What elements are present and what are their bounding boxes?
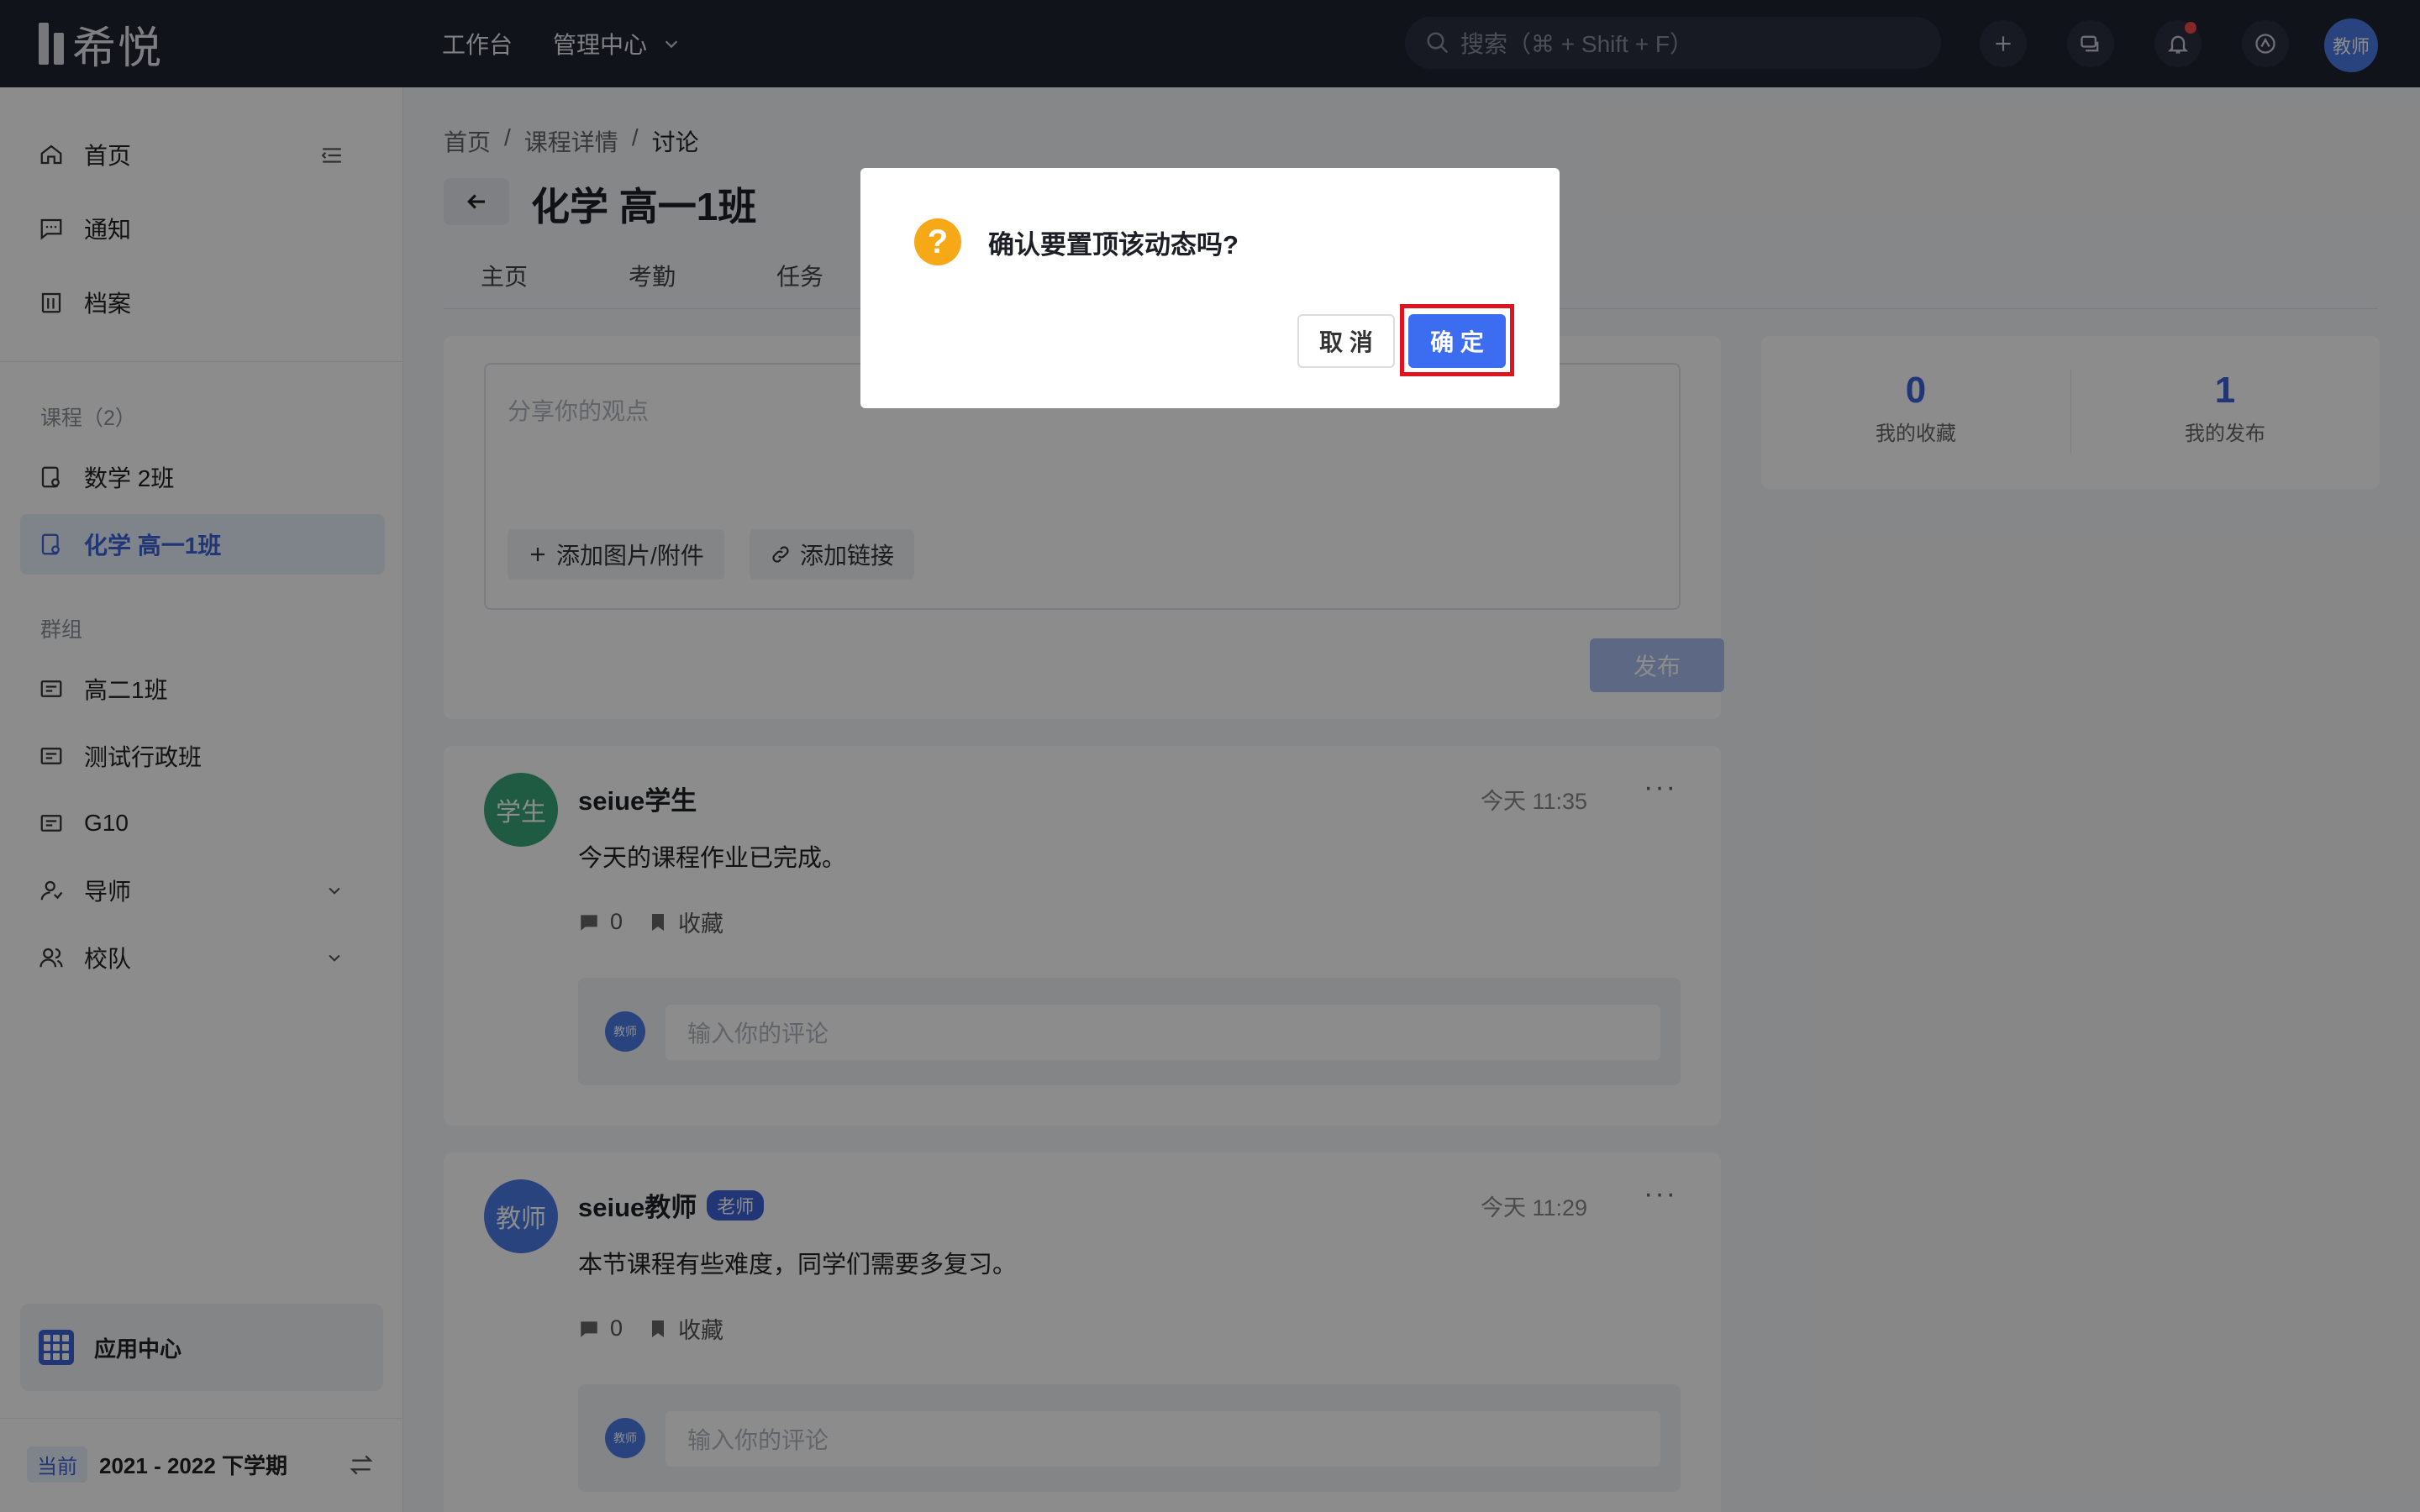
cancel-button[interactable]: 取 消 [1297, 314, 1395, 368]
dialog-message: 确认要置顶该动态吗? [988, 230, 1239, 260]
confirm-button-highlight [1400, 304, 1514, 376]
question-icon: ? [914, 218, 961, 265]
confirm-dialog: ? 确认要置顶该动态吗? 取 消 确 定 [860, 168, 1560, 408]
